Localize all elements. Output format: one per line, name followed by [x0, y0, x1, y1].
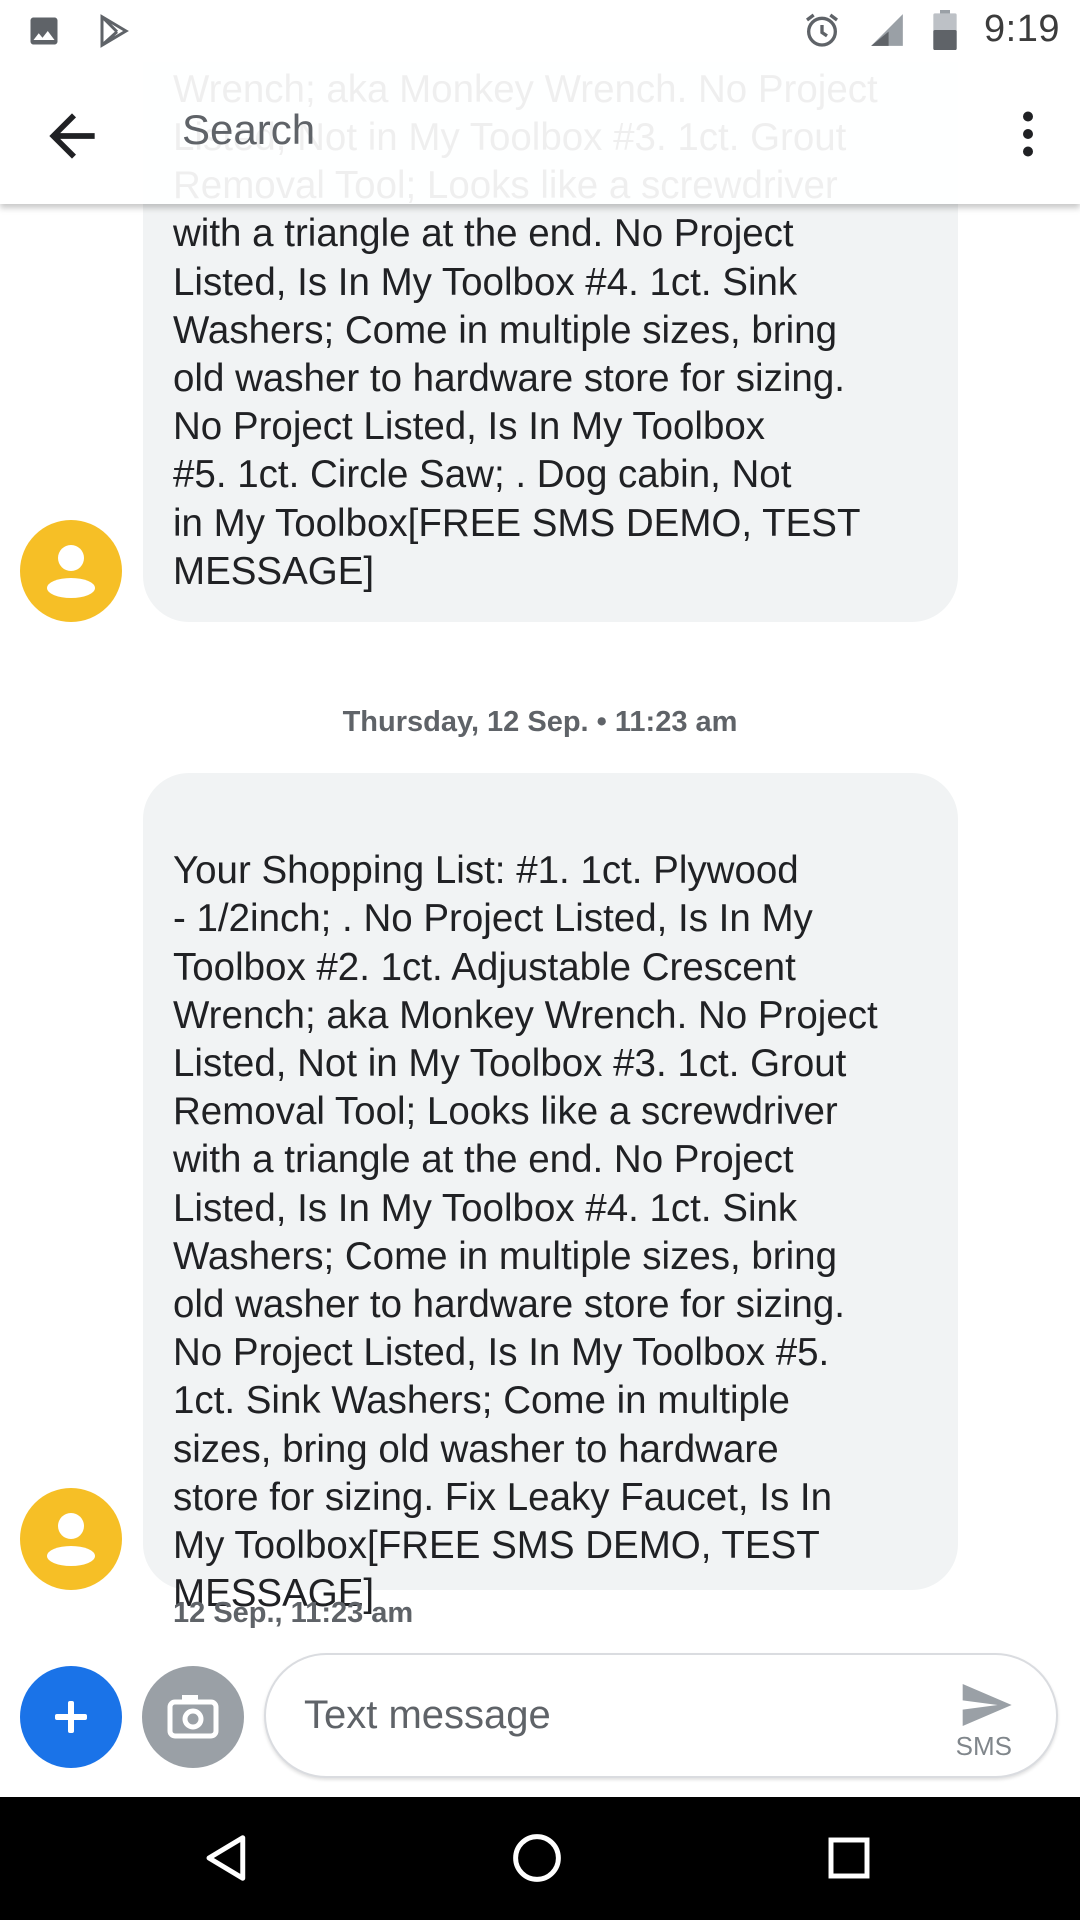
play-store-icon	[96, 12, 132, 50]
add-attachment-button[interactable]	[20, 1666, 122, 1768]
image-icon	[26, 13, 62, 49]
status-time: 9:19	[984, 8, 1060, 50]
camera-button[interactable]	[142, 1666, 244, 1768]
circle-home-icon	[513, 1834, 561, 1882]
nav-recents-button[interactable]	[822, 1831, 876, 1890]
status-bar: 9:19	[0, 0, 1080, 62]
nav-home-button[interactable]	[510, 1831, 564, 1890]
message-timestamp: 12 Sep., 11:23 am	[173, 1597, 414, 1629]
contact-avatar[interactable]	[20, 1488, 122, 1590]
search-field[interactable]: Search	[182, 106, 315, 154]
alarm-icon	[802, 10, 842, 50]
navigation-bar	[0, 1797, 1080, 1920]
camera-icon	[167, 1695, 219, 1739]
contact-avatar[interactable]	[20, 520, 122, 622]
person-icon	[47, 545, 95, 598]
signal-icon	[868, 11, 906, 49]
send-icon	[962, 1684, 1012, 1726]
person-icon	[47, 1513, 95, 1566]
back-button[interactable]	[38, 102, 106, 170]
more-vert-icon	[1023, 111, 1033, 157]
square-recents-icon	[828, 1837, 870, 1879]
nav-back-button[interactable]	[200, 1831, 254, 1890]
battery-icon	[932, 9, 958, 50]
date-separator: Thursday, 12 Sep. • 11:23 am	[342, 706, 738, 738]
conversation-list[interactable]: Wrench; aka Monkey Wrench. No Project Li…	[0, 0, 1080, 1655]
message-compose-field[interactable]: Text message SMS	[264, 1653, 1058, 1778]
message-text: Your Shopping List: #1. 1ct. Plywood - 1…	[173, 849, 878, 1616]
arrow-back-icon	[49, 113, 95, 159]
send-button[interactable]	[958, 1677, 1014, 1733]
plus-icon	[55, 1701, 87, 1733]
compose-placeholder: Text message	[304, 1693, 551, 1737]
more-options-button[interactable]	[998, 104, 1058, 164]
message-bubble[interactable]: Your Shopping List: #1. 1ct. Plywood - 1…	[143, 773, 958, 1615]
triangle-back-icon	[206, 1835, 246, 1881]
app-bar: Search	[0, 62, 1080, 204]
sms-label: SMS	[955, 1731, 1012, 1761]
